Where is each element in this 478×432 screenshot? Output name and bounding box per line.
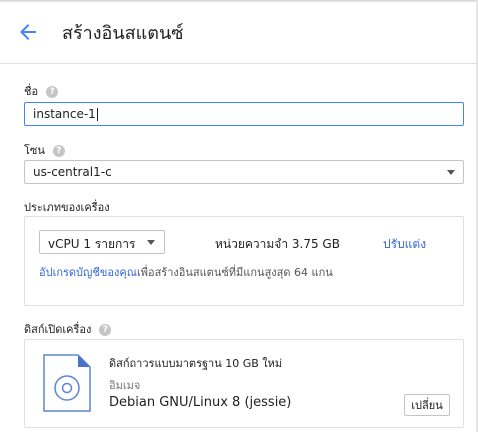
upgrade-notice-text: เพื่อสร้างอินสแตนซ์ที่มีแกนสูงสุด 64 แกน xyxy=(136,266,333,279)
boot-disk-title: ดิสก์ถาวรแบบมาตรฐาน 10 GB ใหม่ xyxy=(109,357,283,370)
arrow-back-icon xyxy=(20,24,36,40)
text-cursor xyxy=(96,108,98,121)
help-icon[interactable]: ? xyxy=(99,324,112,336)
memory-readout: หน่วยความจำ 3.75 GB xyxy=(215,237,340,251)
boot-disk-label-row: ดิสก์เปิดเครื่อง? xyxy=(24,320,112,338)
boot-disk-os: Debian GNU/Linux 8 (jessie) xyxy=(109,395,292,410)
page-title: สร้างอินสแตนซ์ xyxy=(62,23,184,44)
help-icon[interactable]: ? xyxy=(46,86,59,98)
name-input[interactable]: instance-1 xyxy=(24,102,464,126)
name-label: ชื่อ xyxy=(24,85,39,98)
cpu-select[interactable]: vCPU 1 รายการ xyxy=(39,230,165,254)
back-button[interactable] xyxy=(16,20,40,44)
machine-type-label: ประเภทของเครื่อง xyxy=(24,201,110,214)
upgrade-account-link[interactable]: อัปเกรดบัญชีของคุณ xyxy=(39,266,137,279)
zone-field-label-row: โซน? xyxy=(24,141,65,159)
upgrade-notice: อัปเกรดบัญชีของคุณเพื่อสร้างอินสแตนซ์ที่… xyxy=(39,263,333,281)
zone-select-value: us-central1-c xyxy=(33,165,112,179)
boot-disk-panel: ดิสก์ถาวรแบบมาตรฐาน 10 GB ใหม่ อิมเมจ De… xyxy=(24,339,464,428)
boot-disk-subtitle: อิมเมจ xyxy=(109,379,141,392)
page-header: สร้างอินสแตนซ์ xyxy=(0,0,478,64)
disk-image-icon xyxy=(43,354,91,412)
customize-link[interactable]: ปรับแต่ง xyxy=(383,235,426,254)
boot-disk-label: ดิสก์เปิดเครื่อง xyxy=(24,323,92,336)
dropdown-caret-icon xyxy=(447,170,455,175)
machine-type-panel: vCPU 1 รายการ หน่วยความจำ 3.75 GB ปรับแต… xyxy=(24,216,464,306)
name-input-value: instance-1 xyxy=(33,107,96,121)
dropdown-caret-icon xyxy=(147,240,155,245)
cpu-select-value: vCPU 1 รายการ xyxy=(48,237,136,251)
zone-label: โซน xyxy=(24,144,45,157)
name-field-label-row: ชื่อ? xyxy=(24,82,59,100)
change-boot-disk-button[interactable]: เปลี่ยน xyxy=(404,394,450,416)
help-icon[interactable]: ? xyxy=(52,145,65,157)
zone-select[interactable]: us-central1-c xyxy=(24,160,464,184)
